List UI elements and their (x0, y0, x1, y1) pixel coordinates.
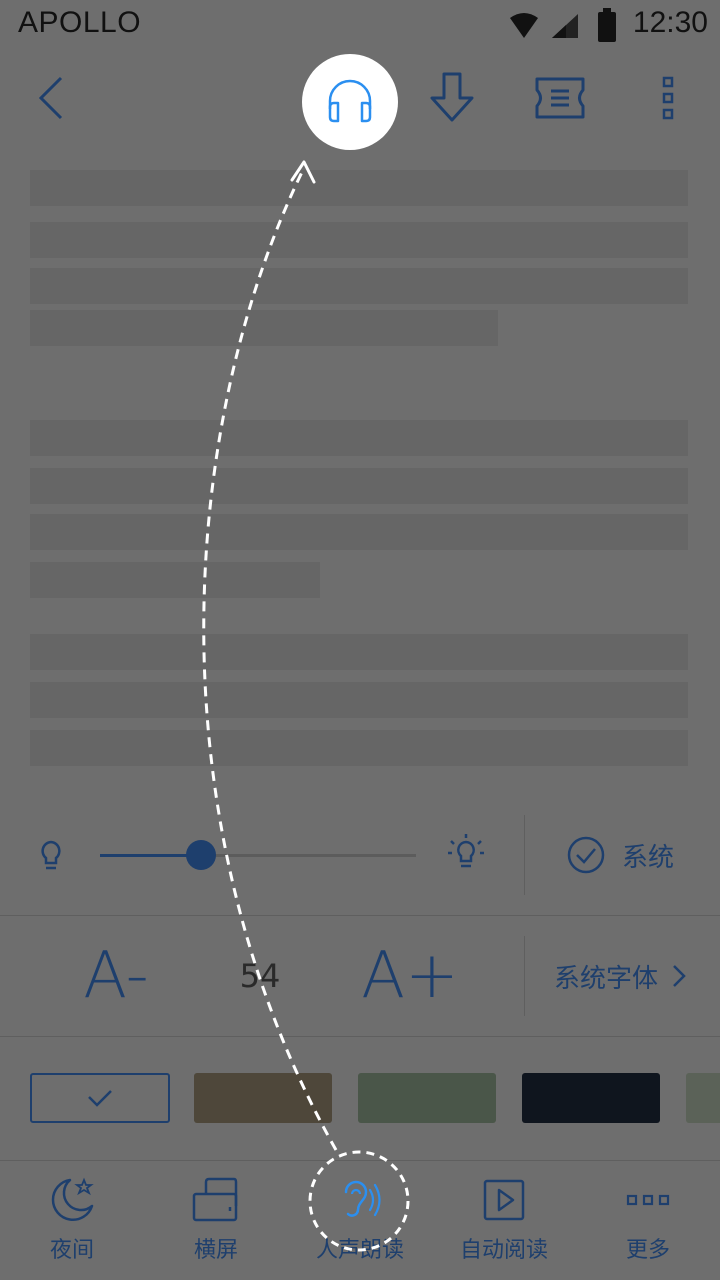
font-face-label: 系统字体 (554, 963, 659, 994)
tab-landscape[interactable]: 横屏 (144, 1160, 288, 1280)
check-circle-icon (567, 836, 605, 874)
brightness-slider-thumb[interactable] (186, 840, 217, 870)
battery-icon (598, 8, 616, 42)
divider (524, 815, 525, 895)
landscape-icon (192, 1177, 238, 1222)
status-bar: APOLLO 12:30 (0, 0, 720, 50)
text-line (30, 420, 688, 456)
tab-label: 更多 (625, 1238, 670, 1263)
theme-swatch[interactable] (686, 1073, 720, 1123)
chevron-left-icon (38, 76, 63, 120)
text-line (30, 634, 688, 670)
back-button[interactable] (20, 50, 80, 146)
carrier-name: APOLLO (18, 6, 142, 39)
ticket-button[interactable] (528, 50, 592, 146)
listen-button[interactable] (302, 54, 398, 150)
ear-icon (344, 1180, 381, 1217)
theme-swatch[interactable] (194, 1073, 332, 1123)
theme-swatch-selected[interactable] (30, 1073, 170, 1123)
text-line (30, 730, 688, 766)
text-line (30, 514, 688, 550)
follow-system-toggle[interactable]: 系统 (566, 835, 674, 875)
signal-icon (552, 14, 578, 38)
text-line (30, 268, 688, 304)
brightness-row: 系统 (0, 795, 720, 916)
font-decrease-button[interactable]: A- (56, 936, 176, 1016)
font-increase-button[interactable]: A+ (350, 936, 470, 1016)
tab-label: 夜间 (49, 1238, 94, 1263)
more-vertical-icon (662, 76, 674, 120)
text-line (30, 170, 688, 206)
tab-label: 横屏 (193, 1238, 238, 1263)
text-line (30, 222, 688, 258)
more-menu-button[interactable] (648, 50, 688, 146)
tab-label: 自动阅读 (459, 1238, 548, 1263)
play-icon (483, 1179, 525, 1221)
tab-voice-reading[interactable]: 人声朗读 (288, 1160, 432, 1280)
theme-swatch[interactable] (358, 1073, 496, 1123)
clock: 12:30 (632, 6, 708, 39)
divider (524, 936, 525, 1016)
ticket-icon (535, 77, 585, 119)
check-icon (88, 1090, 112, 1107)
font-size-row: A- 54 A+ 系统字体 (0, 916, 720, 1037)
tab-night-mode[interactable]: 夜间 (0, 1160, 144, 1280)
tab-auto-reading[interactable]: 自动阅读 (432, 1160, 576, 1280)
text-line (30, 468, 688, 504)
theme-row (0, 1037, 720, 1161)
download-icon (430, 72, 474, 122)
moon-icon (51, 1177, 94, 1222)
wifi-icon (510, 13, 538, 38)
reading-content (30, 150, 690, 800)
brightness-low-icon (41, 840, 61, 870)
font-face-button[interactable]: 系统字体 (554, 954, 686, 998)
tab-more[interactable]: 更多 (576, 1160, 720, 1280)
bottom-toolbar: 夜间 横屏 人声朗读 自动阅读 更多 (0, 1160, 720, 1280)
reader-settings-panel: 系统 A- 54 A+ 系统字体 (0, 795, 720, 1161)
headphones-icon (328, 79, 372, 123)
text-line (30, 562, 320, 598)
text-line (30, 310, 498, 346)
brightness-slider[interactable] (100, 840, 416, 870)
chevron-right-icon (673, 965, 686, 987)
follow-system-label: 系统 (622, 842, 675, 873)
download-button[interactable] (420, 50, 484, 146)
text-line (30, 682, 688, 718)
brightness-high-icon (448, 834, 484, 868)
theme-swatch[interactable] (522, 1073, 660, 1123)
more-horizontal-icon (626, 1194, 670, 1206)
tab-label: 人声朗读 (315, 1238, 404, 1263)
font-size-value: 54 (239, 957, 281, 995)
